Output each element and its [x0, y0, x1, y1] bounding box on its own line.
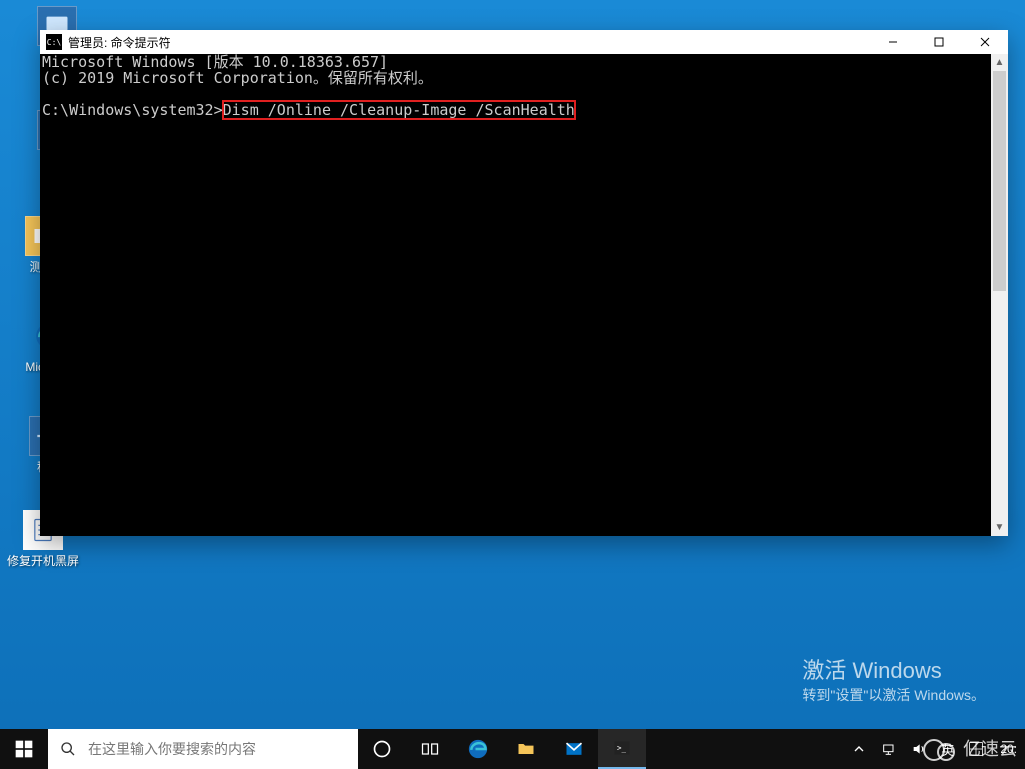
window-title: 管理员: 命令提示符	[68, 34, 171, 51]
start-button[interactable]	[0, 729, 48, 769]
network-icon	[881, 741, 897, 757]
activation-watermark: 激活 Windows 转到"设置"以激活 Windows。	[802, 653, 985, 705]
taskbar-app-cmd[interactable]: >_	[598, 729, 646, 769]
tray-ime-mode[interactable]	[966, 729, 986, 769]
maximize-button[interactable]	[916, 30, 962, 54]
cortana-icon	[372, 739, 392, 759]
taskbar-search[interactable]: 在这里输入你要搜索的内容	[48, 729, 358, 769]
scroll-thumb[interactable]	[993, 71, 1006, 291]
search-icon	[48, 741, 88, 757]
terminal-scrollbar[interactable]: ▲ ▼	[991, 54, 1008, 536]
taskbar: 在这里输入你要搜索的内容 >_ 英 20:	[0, 729, 1025, 769]
tray-ime-lang[interactable]: 英	[939, 729, 956, 769]
task-view-icon	[420, 739, 440, 759]
task-view-button[interactable]	[406, 729, 454, 769]
taskbar-app-mail[interactable]	[550, 729, 598, 769]
taskbar-clock[interactable]: 20:	[992, 729, 1025, 769]
chevron-up-icon	[851, 741, 867, 757]
tray-volume[interactable]	[909, 729, 929, 769]
terminal-prompt: C:\Windows\system32>	[42, 101, 223, 119]
cmd-window: C:\ 管理员: 命令提示符 Microsoft Windows [版本 10.…	[40, 30, 1008, 536]
terminal-output[interactable]: Microsoft Windows [版本 10.0.18363.657] (c…	[40, 54, 991, 536]
watermark-title: 激活 Windows	[802, 653, 985, 685]
folder-icon	[516, 739, 536, 759]
terminal-command-highlight: Dism /Online /Cleanup-Image /ScanHealth	[223, 101, 575, 119]
taskbar-app-edge[interactable]	[454, 729, 502, 769]
desktop-icon-label: 修复开机黑屏	[6, 554, 80, 568]
system-tray: 英	[843, 729, 992, 769]
cmd-icon: >_	[612, 738, 632, 758]
cmd-icon: C:\	[46, 34, 62, 50]
ime-grid-icon	[968, 741, 984, 757]
volume-icon	[911, 741, 927, 757]
tray-network[interactable]	[879, 729, 899, 769]
titlebar[interactable]: C:\ 管理员: 命令提示符	[40, 30, 1008, 54]
cortana-button[interactable]	[358, 729, 406, 769]
windows-logo-icon	[14, 739, 34, 759]
search-placeholder: 在这里输入你要搜索的内容	[88, 739, 358, 759]
taskbar-app-explorer[interactable]	[502, 729, 550, 769]
tray-overflow-button[interactable]	[849, 729, 869, 769]
watermark-subtitle: 转到"设置"以激活 Windows。	[802, 685, 985, 705]
terminal-line: (c) 2019 Microsoft Corporation。保留所有权利。	[42, 69, 433, 87]
minimize-button[interactable]	[870, 30, 916, 54]
scroll-up-icon[interactable]: ▲	[991, 54, 1008, 71]
scroll-down-icon[interactable]: ▼	[991, 519, 1008, 536]
scroll-track[interactable]	[991, 71, 1008, 519]
svg-text:>_: >_	[617, 744, 627, 753]
mail-icon	[564, 739, 584, 759]
edge-icon	[468, 739, 488, 759]
close-button[interactable]	[962, 30, 1008, 54]
